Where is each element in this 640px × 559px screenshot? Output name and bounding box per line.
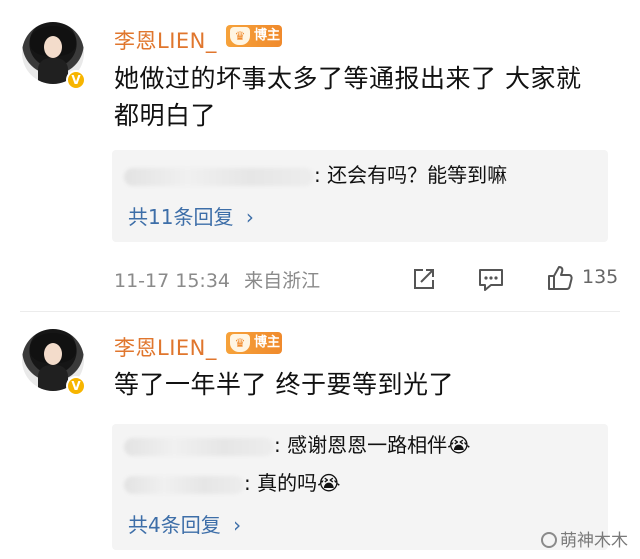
reply-author-redacted [124, 167, 314, 186]
watermark-logo-icon [541, 532, 557, 548]
location: 来自浙江 [244, 270, 321, 292]
comment-1: V 李恩LIEN_ ♛ 博主 她做过的坏事太多了等通报出来了 大家就 都明白了 … [0, 0, 640, 312]
reply-item[interactable]: : 还会有吗？能等到嘛 [124, 160, 507, 190]
reply-author-redacted [124, 437, 274, 456]
blogger-badge: ♛ 博主 [226, 25, 282, 47]
reply-author-redacted [124, 475, 244, 494]
verified-v-icon: V [66, 376, 86, 396]
chevron-right-icon: › [245, 205, 254, 229]
comment-text: 她做过的坏事太多了等通报出来了 大家就 都明白了 [114, 64, 582, 130]
like-count: 135 [582, 266, 619, 288]
verified-v-icon: V [66, 70, 86, 90]
reply-box[interactable]: : 感谢恩恩一路相伴😭 : 真的吗😭 共4条回复 › [112, 424, 608, 550]
watermark: 萌神木木 [541, 526, 628, 551]
reply-item[interactable]: : 真的吗😭 [124, 468, 340, 498]
comment-2: V 李恩LIEN_ ♛ 博主 等了一年半了 终于要等到光了 : 感谢恩恩一路相伴… [0, 312, 640, 559]
thumbs-up-icon[interactable] [546, 264, 574, 292]
view-replies-link[interactable]: 共11条回复 › [128, 202, 254, 232]
blogger-badge: ♛ 博主 [226, 332, 282, 354]
username[interactable]: 李恩LIEN_ [114, 25, 217, 55]
chevron-right-icon: › [233, 513, 242, 537]
crown-icon: ♛ [230, 334, 250, 352]
comment-icon[interactable] [477, 266, 505, 292]
reply-box[interactable]: : 还会有吗？能等到嘛 共11条回复 › [112, 150, 608, 242]
comment-meta: 11-17 15:34 来自浙江 [114, 266, 320, 293]
view-replies-link[interactable]: 共4条回复 › [128, 510, 241, 540]
comment-text: 等了一年半了 终于要等到光了 [114, 370, 454, 399]
reply-item[interactable]: : 感谢恩恩一路相伴😭 [124, 430, 470, 460]
share-icon[interactable] [411, 266, 437, 292]
crown-icon: ♛ [230, 27, 250, 45]
username[interactable]: 李恩LIEN_ [114, 332, 217, 362]
timestamp: 11-17 15:34 [114, 270, 231, 292]
